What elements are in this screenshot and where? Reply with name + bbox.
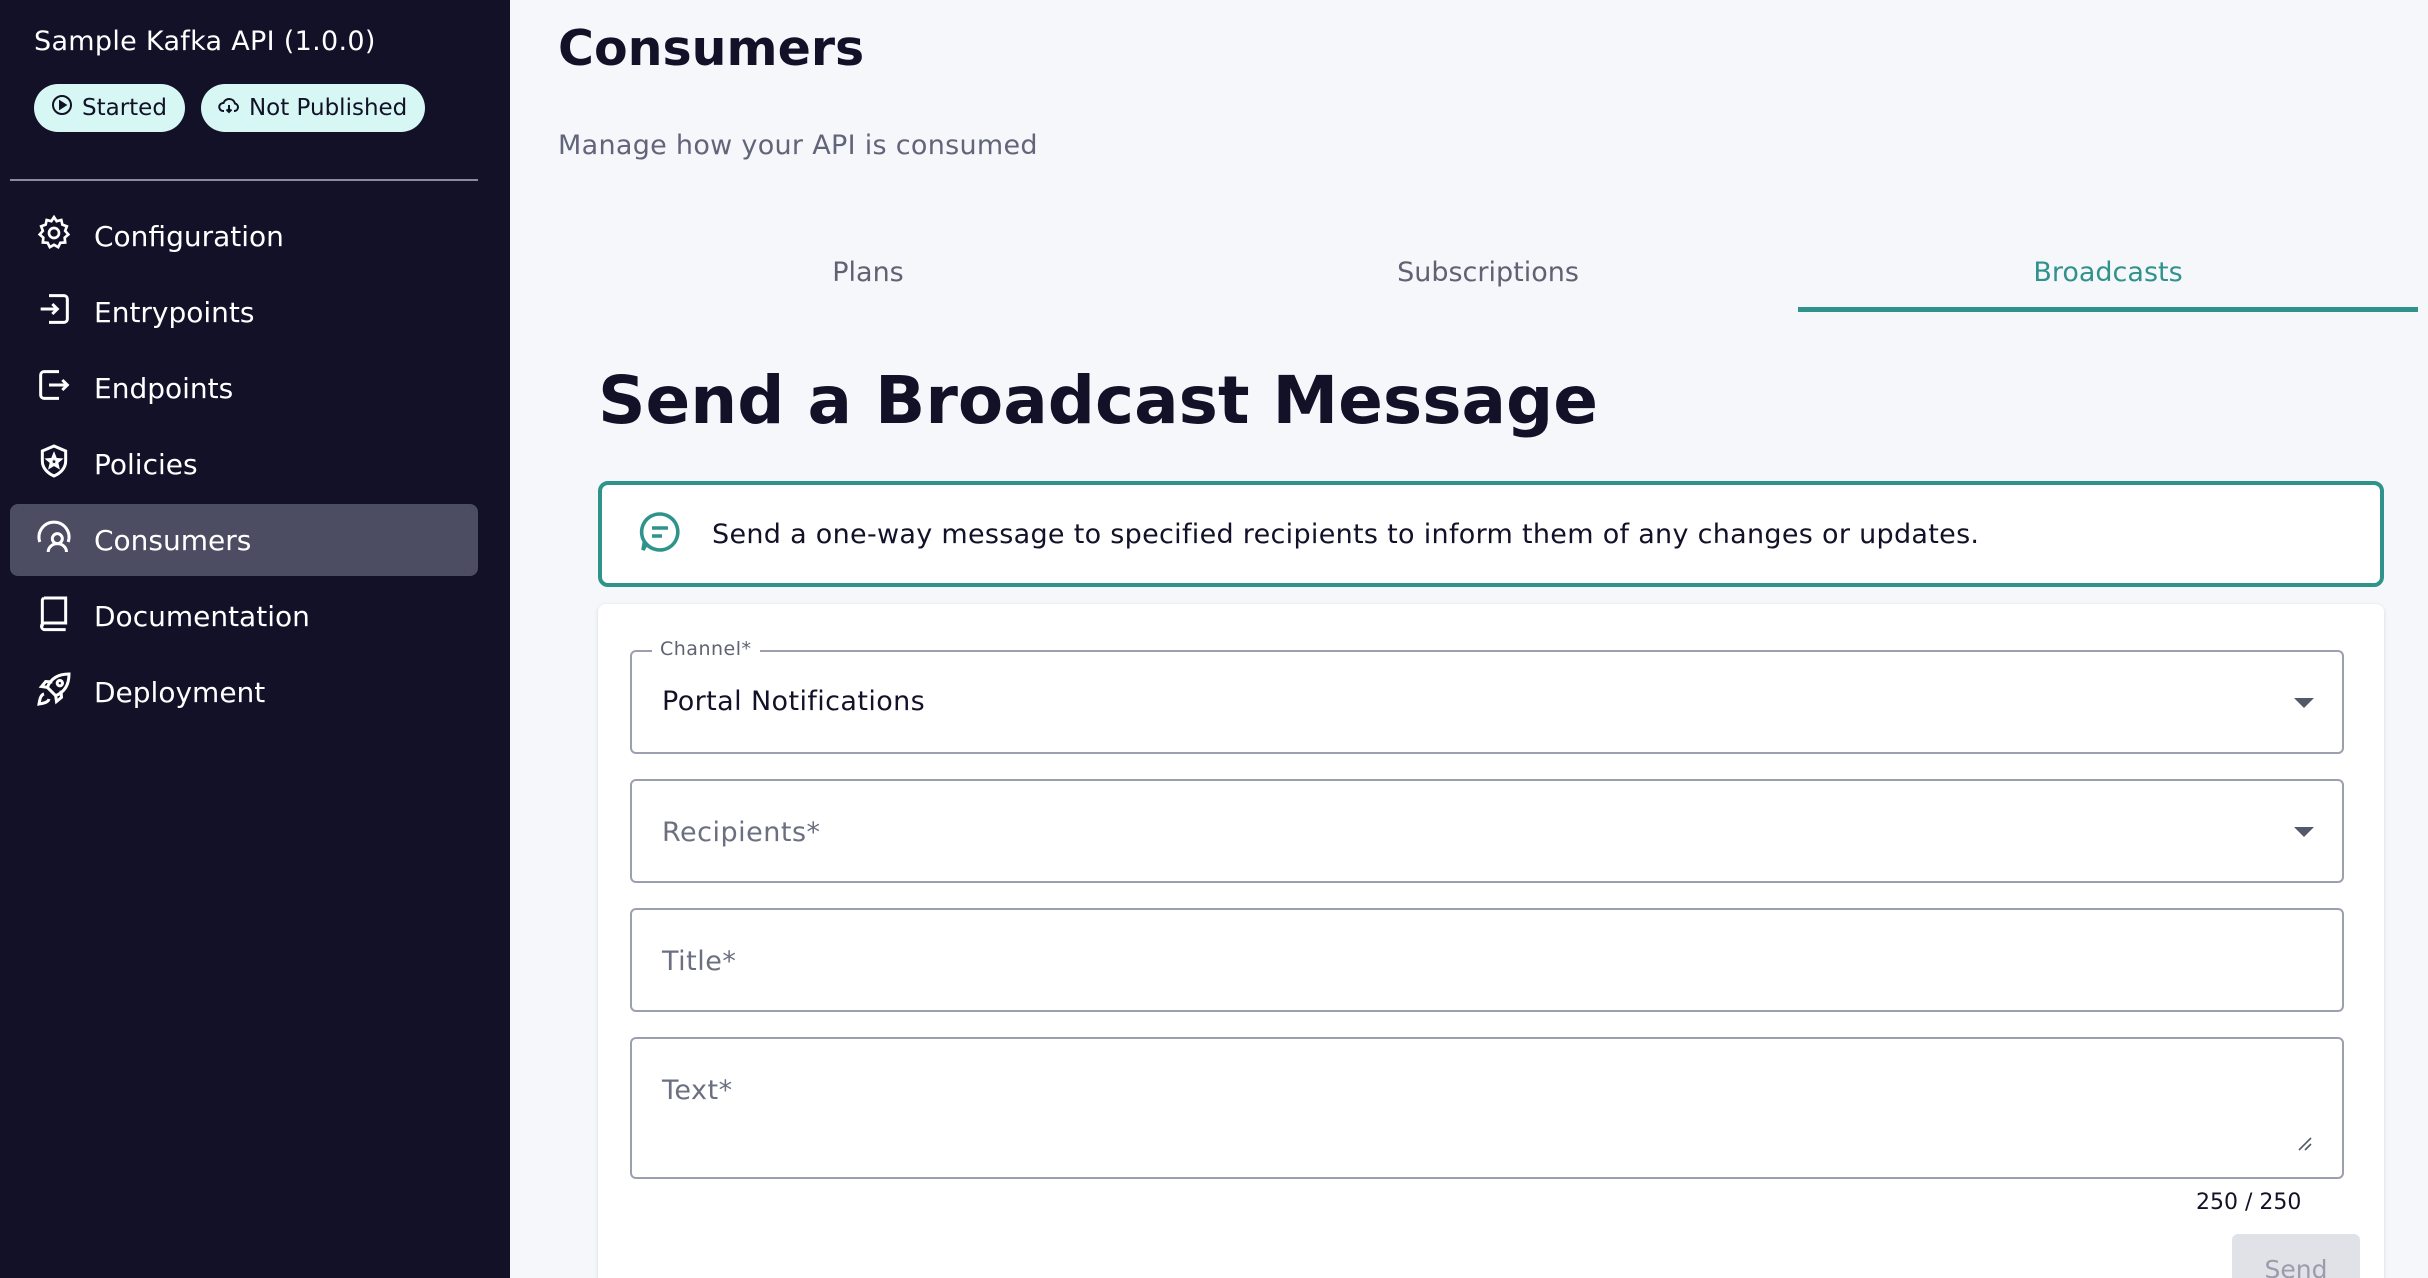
api-title: Sample Kafka API (1.0.0) (34, 26, 376, 57)
sidebar-divider (10, 179, 478, 181)
channel-select[interactable]: Channel* Portal Notifications (630, 638, 2344, 754)
title-placeholder: Title* (662, 946, 737, 977)
sidebar-item-label: Consumers (94, 523, 252, 557)
text-placeholder: Text* (662, 1075, 733, 1106)
sidebar-item-consumers[interactable]: Consumers (10, 504, 478, 576)
sidebar-item-documentation[interactable]: Documentation (10, 580, 478, 652)
sidebar-item-endpoints[interactable]: Endpoints (10, 352, 478, 424)
endpoint-icon (34, 365, 74, 412)
page-title: Consumers (558, 20, 865, 77)
book-icon (34, 593, 74, 640)
gear-icon (34, 213, 74, 260)
sidebar-item-configuration[interactable]: Configuration (10, 200, 478, 272)
sidebar-item-label: Deployment (94, 675, 266, 709)
sidebar-item-entrypoints[interactable]: Entrypoints (10, 276, 478, 348)
broadcast-title: Send a Broadcast Message (598, 362, 1599, 439)
sidebar-item-label: Policies (94, 447, 198, 481)
recipients-placeholder: Recipients* (662, 817, 821, 848)
text-area[interactable]: Text* (630, 1037, 2344, 1179)
consumers-tabs: Plans Subscriptions Broadcasts (558, 232, 2418, 312)
send-button[interactable]: Send (2232, 1234, 2360, 1278)
broadcast-form: Channel* Portal Notifications Recipients… (598, 604, 2384, 1278)
status-badges: Started Not Published (34, 84, 426, 132)
status-badge-label: Not Published (248, 95, 408, 121)
status-badge-started: Started (34, 84, 185, 132)
page-subtitle: Manage how your API is consumed (558, 130, 1038, 161)
sidebar-item-label: Entrypoints (94, 295, 255, 329)
tab-plans[interactable]: Plans (558, 232, 1178, 312)
sidebar-nav: Configuration Entrypoints Endpoints Poli… (10, 200, 478, 732)
resize-handle-icon[interactable] (2294, 1133, 2312, 1151)
channel-label: Channel* (652, 638, 760, 660)
recipients-select[interactable]: Recipients* (630, 779, 2344, 883)
cloud-off-icon (217, 93, 241, 123)
tab-broadcasts[interactable]: Broadcasts (1798, 232, 2418, 312)
sidebar-item-policies[interactable]: Policies (10, 428, 478, 500)
sidebar-item-label: Documentation (94, 599, 310, 633)
rocket-icon (34, 669, 74, 716)
info-banner: Send a one-way message to specified reci… (598, 481, 2384, 587)
entrypoint-icon (34, 289, 74, 336)
chevron-down-icon (2294, 698, 2314, 708)
sidebar-item-label: Endpoints (94, 371, 234, 405)
character-counter: 250 / 250 (2196, 1190, 2302, 1215)
channel-value: Portal Notifications (662, 686, 926, 717)
users-icon (34, 517, 74, 564)
chevron-down-icon (2294, 827, 2314, 837)
tab-subscriptions[interactable]: Subscriptions (1178, 232, 1798, 312)
title-input[interactable]: Title* (630, 908, 2344, 1012)
play-circle-icon (50, 93, 74, 123)
sidebar-item-deployment[interactable]: Deployment (10, 656, 478, 728)
shield-icon (34, 441, 74, 488)
info-text: Send a one-way message to specified reci… (712, 518, 1980, 550)
sidebar-item-label: Configuration (94, 219, 284, 253)
main-content: Consumers Manage how your API is consume… (510, 0, 2428, 1278)
status-badge-label: Started (82, 95, 167, 121)
status-badge-not-published: Not Published (200, 84, 426, 132)
message-icon (636, 508, 684, 560)
sidebar: Sample Kafka API (1.0.0) Started Not Pub… (0, 0, 510, 1278)
